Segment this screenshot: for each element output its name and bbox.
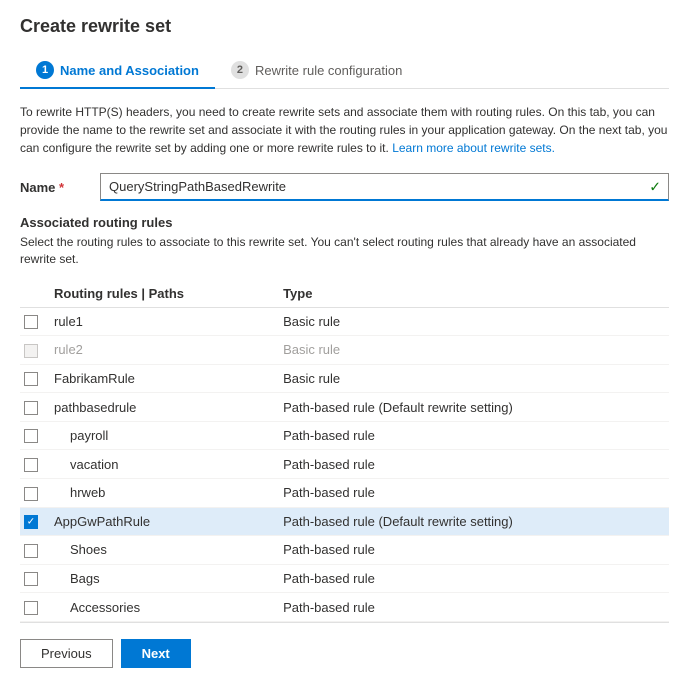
table-row: rule2 Basic rule <box>20 336 669 365</box>
cell-type: Path-based rule <box>279 450 669 479</box>
cell-name: rule1 <box>50 307 279 336</box>
cell-checkbox[interactable] <box>20 564 50 593</box>
cell-name: Shoes <box>50 536 279 565</box>
cell-type: Path-based rule <box>279 478 669 507</box>
routing-table: Routing rules | Paths Type rule1 Basic r… <box>20 280 669 622</box>
checkbox-pathbasedrule[interactable] <box>24 401 38 415</box>
tab-rewrite-rule[interactable]: 2 Rewrite rule configuration <box>215 53 418 89</box>
required-star: * <box>59 180 64 195</box>
cell-checkbox[interactable] <box>20 393 50 422</box>
checkbox-vacation[interactable] <box>24 458 38 472</box>
tabs-row: 1 Name and Association 2 Rewrite rule co… <box>20 53 669 89</box>
cell-checkbox[interactable] <box>20 364 50 393</box>
table-row: rule1 Basic rule <box>20 307 669 336</box>
checkbox-payroll[interactable] <box>24 429 38 443</box>
learn-more-link[interactable]: Learn more about rewrite sets. <box>392 141 555 155</box>
cell-type: Path-based rule <box>279 421 669 450</box>
table-row: pathbasedrule Path-based rule (Default r… <box>20 393 669 422</box>
tab-label-2: Rewrite rule configuration <box>255 63 402 78</box>
cell-type: Basic rule <box>279 307 669 336</box>
previous-button[interactable]: Previous <box>20 639 113 668</box>
table-row: Accessories Path-based rule <box>20 593 669 622</box>
cell-checkbox[interactable] <box>20 478 50 507</box>
cell-name: hrweb <box>50 478 279 507</box>
table-row: Bags Path-based rule <box>20 564 669 593</box>
col-name: Routing rules | Paths <box>50 280 279 308</box>
checkbox-shoes[interactable] <box>24 544 38 558</box>
cell-name: Accessories <box>50 593 279 622</box>
col-checkbox <box>20 280 50 308</box>
cell-type: Basic rule <box>279 364 669 393</box>
cell-checkbox[interactable] <box>20 307 50 336</box>
cell-name: payroll <box>50 421 279 450</box>
checkbox-hrweb[interactable] <box>24 487 38 501</box>
cell-type: Path-based rule (Default rewrite setting… <box>279 393 669 422</box>
name-input[interactable] <box>100 173 669 201</box>
name-label: Name * <box>20 180 100 195</box>
cell-name: FabrikamRule <box>50 364 279 393</box>
description-body: To rewrite HTTP(S) headers, you need to … <box>20 105 667 155</box>
cell-checkbox[interactable] <box>20 507 50 536</box>
checkbox-bags[interactable] <box>24 572 38 586</box>
section-desc: Select the routing rules to associate to… <box>20 234 669 268</box>
cell-checkbox[interactable] <box>20 593 50 622</box>
tab-number-1: 1 <box>36 61 54 79</box>
cell-type: Path-based rule <box>279 564 669 593</box>
cell-type: Path-based rule <box>279 593 669 622</box>
table-row: AppGwPathRule Path-based rule (Default r… <box>20 507 669 536</box>
cell-checkbox[interactable] <box>20 450 50 479</box>
checkbox-rule2 <box>24 344 38 358</box>
cell-name: rule2 <box>50 336 279 365</box>
checkbox-fabrikam[interactable] <box>24 372 38 386</box>
table-row: hrweb Path-based rule <box>20 478 669 507</box>
page-title: Create rewrite set <box>20 16 669 37</box>
cell-name: Bags <box>50 564 279 593</box>
checkbox-accessories[interactable] <box>24 601 38 615</box>
check-icon: ✓ <box>649 179 661 196</box>
cell-checkbox <box>20 336 50 365</box>
form-row-name: Name * ✓ <box>20 173 669 201</box>
footer: Previous Next <box>20 622 669 668</box>
table-row: FabrikamRule Basic rule <box>20 364 669 393</box>
cell-type: Basic rule <box>279 336 669 365</box>
description-text: To rewrite HTTP(S) headers, you need to … <box>20 103 669 157</box>
page-container: Create rewrite set 1 Name and Associatio… <box>0 0 689 687</box>
checkbox-appgwpathrule[interactable] <box>24 515 38 529</box>
cell-name: vacation <box>50 450 279 479</box>
table-row: Shoes Path-based rule <box>20 536 669 565</box>
next-button[interactable]: Next <box>121 639 191 668</box>
table-row: payroll Path-based rule <box>20 421 669 450</box>
cell-type: Path-based rule <box>279 536 669 565</box>
tab-number-2: 2 <box>231 61 249 79</box>
tab-label-1: Name and Association <box>60 63 199 78</box>
tab-name-association[interactable]: 1 Name and Association <box>20 53 215 89</box>
checkbox-rule1[interactable] <box>24 315 38 329</box>
name-input-wrapper: ✓ <box>100 173 669 201</box>
section-title: Associated routing rules <box>20 215 669 230</box>
table-header-row: Routing rules | Paths Type <box>20 280 669 308</box>
cell-type: Path-based rule (Default rewrite setting… <box>279 507 669 536</box>
cell-checkbox[interactable] <box>20 421 50 450</box>
col-type: Type <box>279 280 669 308</box>
cell-name: pathbasedrule <box>50 393 279 422</box>
cell-checkbox[interactable] <box>20 536 50 565</box>
table-row: vacation Path-based rule <box>20 450 669 479</box>
cell-name: AppGwPathRule <box>50 507 279 536</box>
